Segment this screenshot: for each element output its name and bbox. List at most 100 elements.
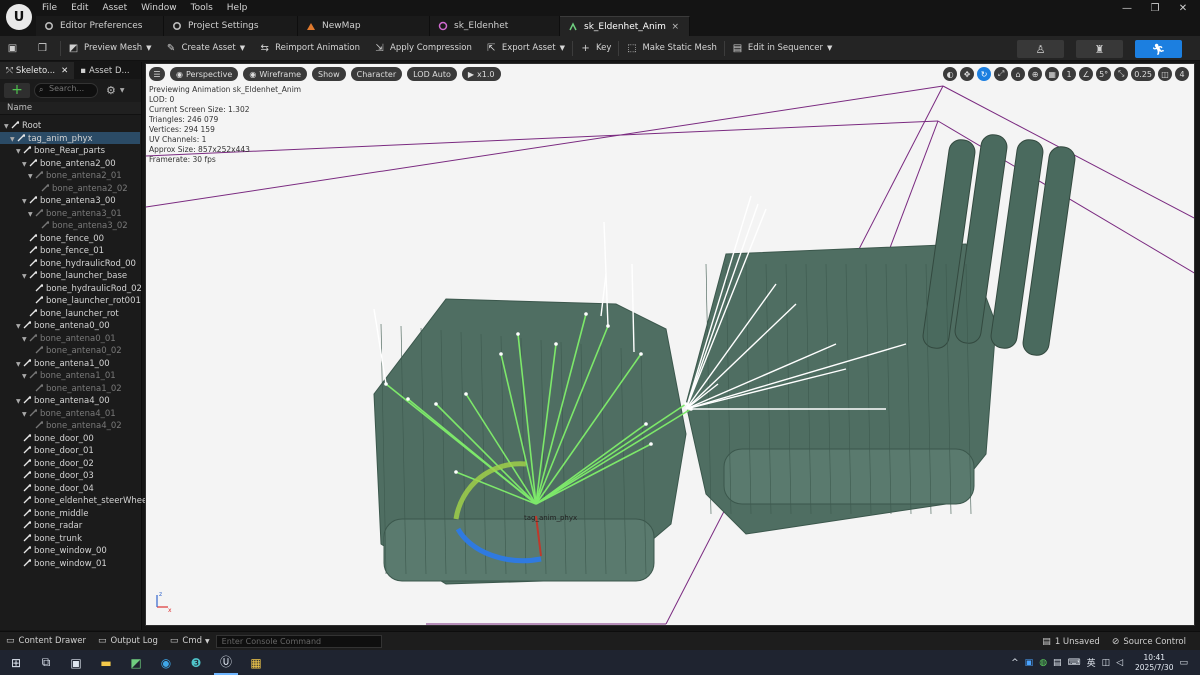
bone-tree-item[interactable]: ▼ bone_antena2_01 — [28, 170, 122, 183]
unsaved-button[interactable]: ▤ 1 Unsaved — [1036, 632, 1106, 651]
folder-app-icon[interactable]: ▬ — [94, 650, 118, 675]
bone-tree-item[interactable]: bone_antena0_02 — [28, 345, 122, 358]
world-local-icon[interactable]: ⊕ — [1028, 67, 1043, 81]
bone-tree-item[interactable]: ▼ bone_launcher_base — [22, 270, 127, 283]
scale-snap-icon[interactable]: ⤡ — [1114, 67, 1129, 81]
bone-tree-item[interactable]: ▼ bone_antena0_00 — [16, 320, 110, 333]
bone-tree-item[interactable]: ▼ bone_Rear_parts — [16, 145, 105, 158]
source-control-button[interactable]: ⊘ Source Control — [1106, 632, 1192, 651]
bone-tree-item[interactable]: ▼ bone_antena4_01 — [22, 408, 116, 421]
translate-icon[interactable]: ✥ — [960, 67, 975, 81]
lod-button[interactable]: LOD Auto — [407, 67, 457, 81]
menu-file[interactable]: File — [42, 3, 57, 13]
bone-tree-item[interactable]: bone_middle — [16, 508, 89, 521]
bone-tree-item[interactable]: bone_antena4_02 — [28, 420, 122, 433]
bone-tree-item[interactable]: bone_door_04 — [16, 483, 94, 496]
edit-in-sequencer-button[interactable]: ▤ Edit in Sequencer ▼ — [725, 36, 839, 61]
bone-tree-item[interactable]: bone_antena1_02 — [28, 383, 122, 396]
file-explorer-app-icon[interactable]: ▣ — [64, 650, 88, 675]
bone-tree-item[interactable]: bone_door_00 — [16, 433, 94, 446]
task-view-icon[interactable]: ⧉ — [34, 650, 58, 675]
bone-tree-item[interactable]: bone_door_03 — [16, 470, 94, 483]
bone-tree-item[interactable]: bone_eldenhet_steerWheel — [16, 495, 150, 508]
close-window-button[interactable]: ✕ — [1176, 3, 1190, 14]
ime-indicator[interactable]: 英 — [1087, 656, 1096, 669]
bone-tree-item[interactable]: ▼ bone_antena3_01 — [28, 208, 122, 221]
minimize-button[interactable]: — — [1120, 3, 1134, 14]
export-asset-button[interactable]: ⇱ Export Asset ▼ — [479, 36, 572, 61]
close-tab-icon[interactable]: × — [671, 22, 679, 32]
bone-tree-item[interactable]: ▼ bone_antena3_00 — [22, 195, 116, 208]
tab-sk-eldenhet-anim[interactable]: sk_Eldenhet_Anim × — [560, 16, 690, 36]
green-app-icon[interactable]: ◩ — [124, 650, 148, 675]
bone-tree-item[interactable]: ▼ bone_antena4_00 — [16, 395, 110, 408]
menu-tools[interactable]: Tools — [191, 3, 213, 13]
play-speed-button[interactable]: ▶ x1.0 — [461, 67, 501, 81]
reimport-button[interactable]: ⇆ Reimport Animation — [252, 36, 367, 61]
browse-button[interactable]: ❒ — [30, 36, 60, 61]
windows-start-icon[interactable]: ⊞ — [4, 650, 28, 675]
bone-tree-item[interactable]: ▼ tag_anim_phyx — [10, 133, 93, 146]
apply-compression-button[interactable]: ⇲ Apply Compression — [367, 36, 479, 61]
create-asset-button[interactable]: ✎ Create Asset ▼ — [159, 36, 253, 61]
key-button[interactable]: + Key — [573, 36, 618, 61]
tray-app-icon[interactable]: ▤ — [1053, 658, 1062, 668]
keyboard-icon[interactable]: ⌨ — [1068, 658, 1081, 668]
select-mode-icon[interactable]: ◐ — [943, 67, 958, 81]
preview-mesh-button[interactable]: ◩ Preview Mesh ▼ — [61, 36, 159, 61]
rotate-icon[interactable]: ↻ — [977, 67, 992, 81]
tab-skeleton-tree[interactable]: ⤲ Skeleto... ✕ — [0, 62, 75, 79]
tab-project-settings[interactable]: Project Settings — [164, 16, 298, 36]
unreal-logo-icon[interactable]: U — [6, 4, 32, 30]
character-button[interactable]: Character — [350, 67, 403, 81]
camera-speed-icon[interactable]: ◫ — [1158, 67, 1172, 81]
bone-tree-item[interactable]: bone_trunk — [16, 533, 82, 546]
settings-gear-icon[interactable]: ⚙ — [106, 84, 116, 97]
rotation-snap-icon[interactable]: ∠ — [1079, 67, 1094, 81]
bone-tree-item[interactable]: bone_launcher_rot — [22, 308, 119, 321]
menu-help[interactable]: Help — [227, 3, 248, 13]
preview-viewport[interactable]: tag_anim_phyx ☰ ◉ Perspective ◉ Wireframe … — [145, 63, 1195, 626]
cmd-dropdown[interactable]: ▭ Cmd ▼ — [164, 632, 216, 651]
bone-tree-item[interactable]: bone_antena3_02 — [34, 220, 128, 233]
console-input[interactable]: Enter Console Command — [215, 634, 382, 648]
content-drawer-button[interactable]: ▭ Content Drawer — [0, 632, 92, 651]
bone-tree-item[interactable]: bone_hydraulicRod_00 — [22, 258, 136, 271]
notification-icon[interactable]: ▭ — [1179, 658, 1188, 668]
wechat-icon[interactable]: ◍ — [1039, 658, 1047, 668]
grid-snap-icon[interactable]: ▦ — [1045, 67, 1060, 81]
app-three-icon[interactable]: ❸ — [184, 650, 208, 675]
tab-editor-preferences[interactable]: Editor Preferences — [36, 16, 164, 36]
edge-browser-icon[interactable]: ◉ — [154, 650, 178, 675]
bone-tree-item[interactable]: bone_door_01 — [16, 445, 94, 458]
bone-tree-item[interactable]: ▼ Root — [4, 120, 41, 133]
clock[interactable]: 10:41 2025/7/30 — [1135, 653, 1173, 673]
close-icon[interactable]: ✕ — [61, 66, 68, 76]
bone-tree-item[interactable]: bone_hydraulicRod_02 — [28, 283, 142, 296]
bone-tree-item[interactable]: ▼ bone_antena1_00 — [16, 358, 110, 371]
make-static-mesh-button[interactable]: ⬚ Make Static Mesh — [619, 36, 723, 61]
bone-tree-item[interactable]: bone_antena2_02 — [34, 183, 128, 196]
unreal-engine-app-icon[interactable]: Ⓤ — [214, 650, 238, 675]
bone-tree-item[interactable]: bone_fence_00 — [22, 233, 104, 246]
skeleton-mode-button[interactable]: ♙ — [1017, 40, 1064, 58]
mesh-mode-button[interactable]: ♜ — [1076, 40, 1123, 58]
bone-tree-item[interactable]: bone_window_01 — [16, 558, 107, 571]
tab-asset-details[interactable]: ▪ Asset D... — [74, 62, 135, 79]
grid-size[interactable]: 1 — [1062, 67, 1077, 81]
image-app-icon[interactable]: ▦ — [244, 650, 268, 675]
add-socket-button[interactable]: + — [4, 82, 30, 98]
bone-tree-item[interactable]: bone_door_02 — [16, 458, 94, 471]
bone-tree-item[interactable]: ▼ bone_antena1_01 — [22, 370, 116, 383]
scale-icon[interactable]: ⤢ — [994, 67, 1009, 81]
search-input[interactable]: ⌕ Search... — [34, 82, 98, 98]
bone-tree-item[interactable]: bone_launcher_rot001 — [28, 295, 141, 308]
animation-mode-button[interactable]: 🏃︎ — [1135, 40, 1182, 58]
wireframe-button[interactable]: ◉ Wireframe — [243, 67, 308, 81]
bone-tree-item[interactable]: ▼ bone_antena0_01 — [22, 333, 116, 346]
rotation-snap-value[interactable]: 5° — [1096, 67, 1112, 81]
name-column-header[interactable]: Name — [0, 102, 141, 115]
bone-tree-item[interactable]: bone_radar — [16, 520, 82, 533]
tray-app-icon[interactable]: ▣ — [1025, 658, 1034, 668]
surface-snap-icon[interactable]: ⌂ — [1011, 67, 1026, 81]
